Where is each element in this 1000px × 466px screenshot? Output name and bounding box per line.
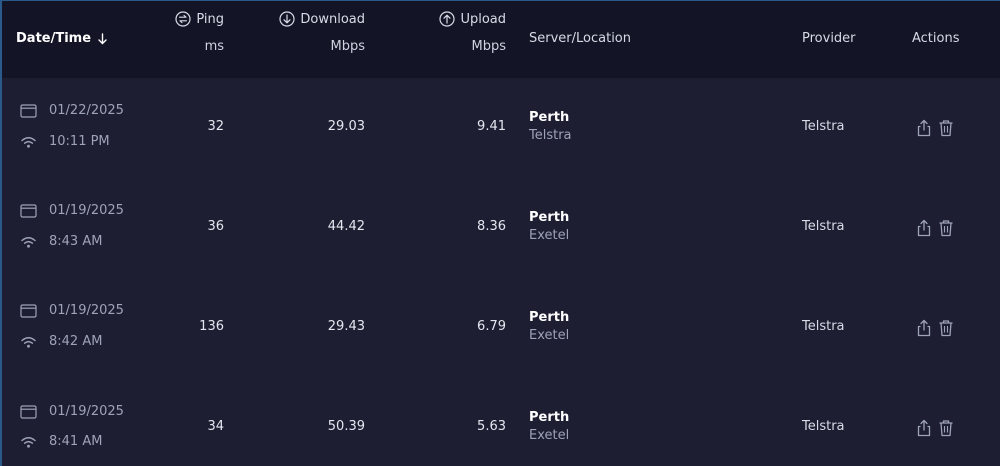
- datetime-header-label: Date/Time: [16, 31, 92, 46]
- time-line: 8:42 AM: [20, 334, 102, 349]
- server-location: Perth Telstra: [529, 110, 572, 143]
- result-time: 8:42 AM: [49, 334, 103, 349]
- provider-value: Telstra: [802, 119, 845, 134]
- upload-circle-icon: [439, 11, 456, 27]
- results-table: Date/Time Ping ms Download Mbps Upload M…: [0, 0, 1000, 466]
- server-isp: Exetel: [529, 228, 570, 243]
- download-value: 29.43: [327, 319, 365, 334]
- trash-icon[interactable]: [938, 419, 954, 437]
- calendar-icon: [20, 203, 37, 218]
- trash-icon[interactable]: [938, 119, 954, 137]
- share-icon[interactable]: [916, 419, 932, 437]
- result-date: 01/19/2025: [49, 404, 124, 419]
- server-isp: Exetel: [529, 328, 570, 343]
- provider-value: Telstra: [802, 319, 845, 334]
- download-value: 44.42: [327, 219, 365, 234]
- result-time: 10:11 PM: [49, 134, 110, 149]
- time-line: 10:11 PM: [20, 134, 110, 149]
- upload-value: 5.63: [477, 419, 506, 434]
- date-line: 01/19/2025: [20, 303, 124, 318]
- ping-value: 34: [207, 419, 224, 434]
- provider-value: Telstra: [802, 419, 845, 434]
- date-line: 01/19/2025: [20, 404, 124, 419]
- server-location: Perth Exetel: [529, 410, 569, 443]
- download-header-label: Download: [300, 11, 365, 27]
- ping-value: 32: [207, 119, 224, 134]
- date-line: 01/22/2025: [20, 103, 124, 118]
- server-location: Perth Exetel: [529, 210, 569, 243]
- provider-value: Telstra: [802, 219, 845, 234]
- calendar-icon: [20, 103, 37, 118]
- server-city: Perth: [529, 110, 570, 125]
- wifi-icon: [21, 136, 36, 148]
- result-date: 01/19/2025: [49, 303, 124, 318]
- server-location: Perth Exetel: [529, 310, 569, 343]
- trash-icon[interactable]: [938, 319, 954, 337]
- upload-unit: Mbps: [471, 39, 507, 54]
- server-header: Server/Location: [529, 31, 631, 46]
- share-icon[interactable]: [916, 119, 932, 137]
- calendar-icon: [20, 303, 37, 318]
- calendar-icon: [20, 404, 37, 419]
- sort-datetime-header[interactable]: Date/Time: [16, 31, 108, 46]
- wifi-icon: [21, 336, 36, 348]
- table-row[interactable]: 01/19/2025 8:43 AM 36 44.42 8.36 Perth E…: [2, 178, 1000, 278]
- result-date: 01/22/2025: [49, 103, 124, 118]
- table-row[interactable]: 01/19/2025 8:41 AM 34 50.39 5.63 Perth E…: [2, 378, 1000, 466]
- table-header: Date/Time Ping ms Download Mbps Upload M…: [2, 1, 1000, 78]
- server-city: Perth: [529, 410, 570, 425]
- server-city: Perth: [529, 210, 570, 225]
- share-icon[interactable]: [916, 319, 932, 337]
- ping-header[interactable]: Ping ms: [175, 11, 224, 54]
- time-line: 8:43 AM: [20, 234, 102, 249]
- time-line: 8:41 AM: [20, 434, 102, 449]
- upload-header[interactable]: Upload Mbps: [439, 11, 506, 54]
- table-row[interactable]: 01/19/2025 8:42 AM 136 29.43 6.79 Perth …: [2, 278, 1000, 378]
- result-date: 01/19/2025: [49, 203, 124, 218]
- actions-header: Actions: [912, 31, 960, 46]
- result-time: 8:41 AM: [49, 434, 103, 449]
- download-unit: Mbps: [330, 39, 366, 54]
- wifi-icon: [21, 436, 36, 448]
- trash-icon[interactable]: [938, 219, 954, 237]
- server-isp: Exetel: [529, 428, 570, 443]
- date-line: 01/19/2025: [20, 203, 124, 218]
- swap-circle-icon: [175, 11, 191, 27]
- download-header[interactable]: Download Mbps: [279, 11, 365, 54]
- download-circle-icon: [279, 11, 295, 27]
- upload-value: 8.36: [477, 219, 506, 234]
- ping-unit: ms: [204, 39, 224, 54]
- upload-value: 6.79: [477, 319, 506, 334]
- download-value: 29.03: [327, 119, 365, 134]
- ping-header-label: Ping: [196, 11, 224, 27]
- provider-header: Provider: [802, 31, 856, 46]
- table-row[interactable]: 01/22/2025 10:11 PM 32 29.03 9.41 Perth …: [2, 78, 1000, 178]
- download-value: 50.39: [327, 419, 365, 434]
- server-city: Perth: [529, 310, 570, 325]
- ping-value: 136: [199, 319, 224, 334]
- wifi-icon: [21, 236, 36, 248]
- share-icon[interactable]: [916, 219, 932, 237]
- ping-value: 36: [207, 219, 224, 234]
- arrow-down-icon: [98, 32, 107, 44]
- server-isp: Telstra: [529, 128, 572, 143]
- result-time: 8:43 AM: [49, 234, 103, 249]
- upload-value: 9.41: [477, 119, 506, 134]
- upload-header-label: Upload: [460, 11, 506, 27]
